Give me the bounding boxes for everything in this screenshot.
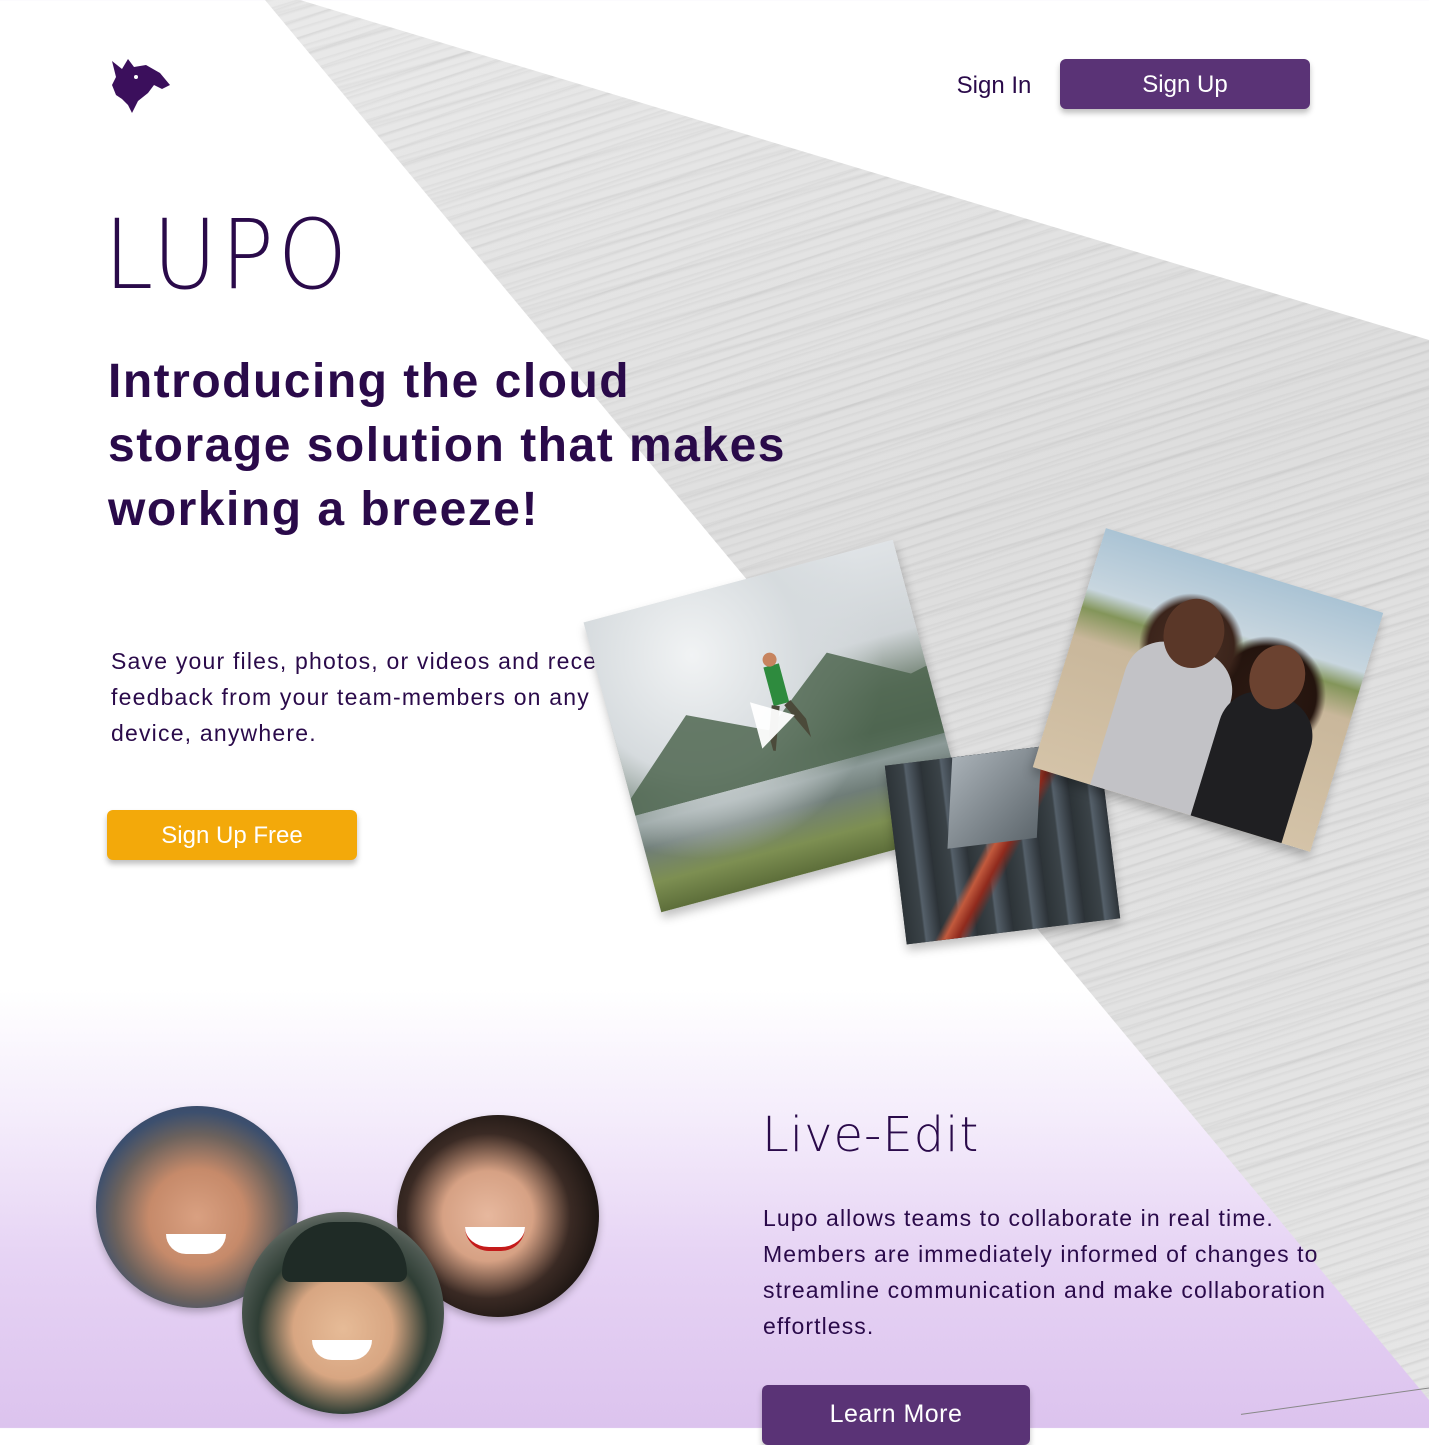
smile-shape: [312, 1340, 372, 1360]
cap-shape: [282, 1222, 407, 1282]
brand-title: LUPO: [104, 199, 351, 311]
wolf-logo-icon[interactable]: [108, 55, 174, 115]
learn-more-button[interactable]: Learn More: [762, 1385, 1030, 1445]
feature-title: Live-Edit: [762, 1107, 980, 1163]
smile-shape: [166, 1234, 226, 1254]
hero-headline: Introducing the cloud storage solution t…: [108, 355, 786, 536]
building-shape: [947, 746, 1042, 849]
sign-up-button[interactable]: Sign Up: [1060, 59, 1310, 109]
feature-text: Lupo allows teams to collaborate in real…: [763, 1205, 1327, 1339]
smile-shape: [465, 1227, 525, 1251]
divider-line: [1240, 1386, 1429, 1415]
sign-up-free-button[interactable]: Sign Up Free: [107, 810, 357, 860]
hero-subtext: Save your files, photos, or videos and r…: [111, 648, 631, 746]
avatar-man-cap: [242, 1212, 444, 1414]
sign-in-link[interactable]: Sign In: [944, 68, 1044, 104]
